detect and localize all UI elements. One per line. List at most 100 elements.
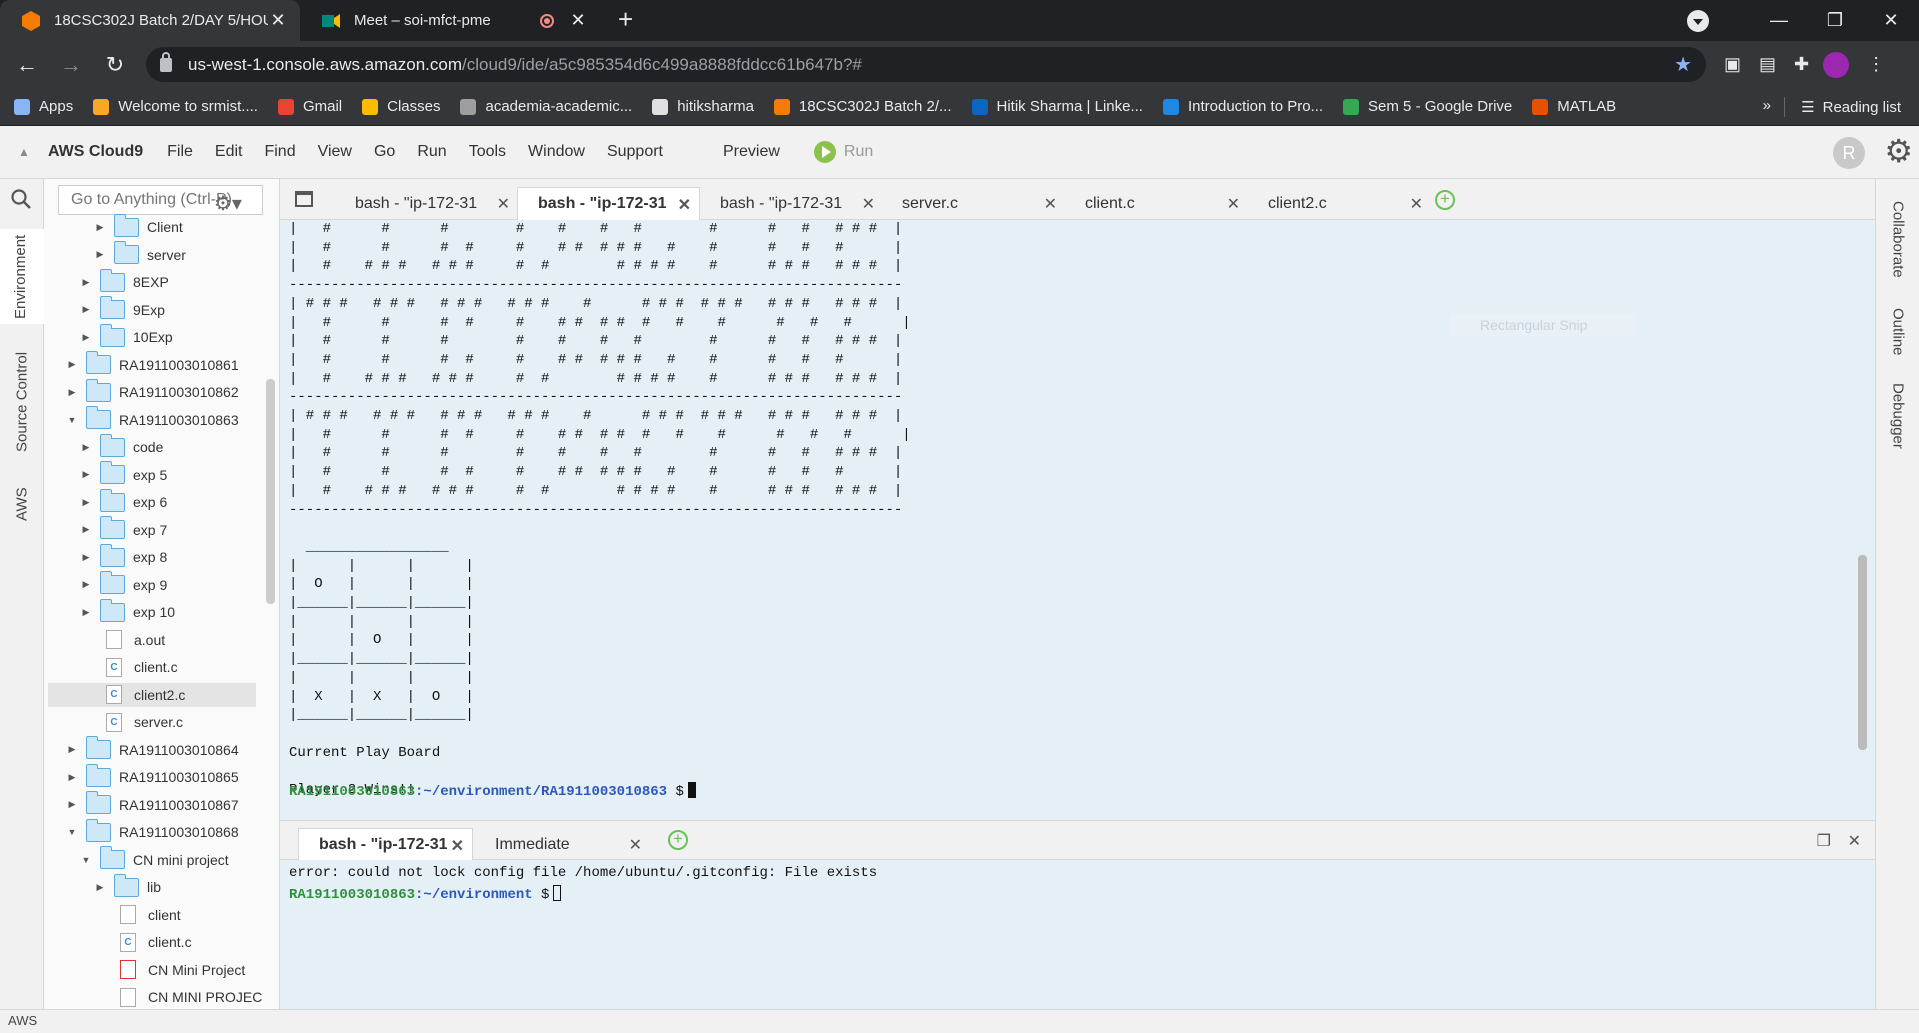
bottom-terminal[interactable]: error: could not lock config file /home/… [280, 860, 1875, 1009]
tab-debugger[interactable]: Debugger [1876, 375, 1919, 457]
add-tab-icon[interactable]: + [1435, 190, 1455, 210]
reload-icon[interactable]: ↻ [98, 48, 132, 82]
close-panel-icon[interactable]: ✕ [1848, 831, 1861, 851]
more-bookmarks-chevron-icon[interactable]: » [1763, 97, 1771, 114]
user-avatar[interactable]: R [1833, 137, 1865, 169]
browser-tab-active[interactable]: 18CSC302J Batch 2/DAY 5/HOUR ✕ [0, 0, 300, 41]
tab-server-c[interactable]: server.c ✕ [882, 187, 1065, 220]
bookmark-star-icon[interactable]: ★ [1674, 52, 1692, 77]
tree-folder[interactable]: ▶ RA1911003010862 [66, 378, 239, 404]
puzzle-extensions-icon[interactable]: ✚ [1794, 54, 1809, 75]
tree-file[interactable]: CN MINI PROJEC [120, 985, 262, 1009]
collapsed-arrow-icon[interactable]: ▶ [66, 744, 78, 755]
tab-client2-c[interactable]: client2.c ✕ [1248, 187, 1431, 220]
collapsed-arrow-icon[interactable]: ▶ [66, 359, 78, 370]
tab-aws[interactable]: AWS [0, 479, 44, 529]
tree-folder[interactable]: ▶ RA1911003010864 [66, 736, 239, 762]
lock-icon[interactable] [160, 51, 172, 72]
tab-bash-3[interactable]: bash - "ip-172-31 ✕ [700, 187, 883, 220]
bookmark-srmist[interactable]: Welcome to srmist.... [93, 98, 258, 115]
tree-folder[interactable]: ▶ 10Exp [80, 323, 173, 349]
tab-list-menu-icon[interactable] [295, 191, 313, 207]
close-icon[interactable]: ✕ [678, 195, 691, 215]
collapsed-arrow-icon[interactable]: ▶ [80, 442, 92, 453]
tree-file[interactable]: Cclient2.c [48, 682, 256, 707]
extension-icon[interactable]: ▤ [1759, 54, 1776, 75]
close-icon[interactable]: ✕ [451, 836, 464, 856]
bookmark-gmail[interactable]: Gmail [277, 98, 342, 115]
bookmark-linkedin[interactable]: Hitik Sharma | Linke... [971, 98, 1143, 115]
expanded-arrow-icon[interactable]: ▼ [80, 855, 92, 865]
cloud9-brand[interactable]: AWS Cloud9 [48, 143, 143, 161]
close-window-icon[interactable]: ✕ [1863, 10, 1919, 31]
tree-folder[interactable]: ▶ exp 6 [80, 488, 167, 514]
bookmark-matlab[interactable]: MATLAB [1532, 98, 1616, 115]
tree-folder[interactable]: ▶ exp 8 [80, 543, 167, 569]
menu-run[interactable]: Run [417, 143, 446, 161]
collapsed-arrow-icon[interactable]: ▶ [80, 497, 92, 508]
tree-scrollbar[interactable] [266, 379, 275, 604]
tab-source-control[interactable]: Source Control [0, 339, 44, 464]
tree-folder[interactable]: ▶ exp 10 [80, 598, 175, 624]
bookmark-github[interactable]: hitiksharma [652, 98, 754, 115]
tab-outline[interactable]: Outline [1876, 297, 1919, 367]
more-menu-icon[interactable]: ⋮ [1867, 54, 1885, 75]
tab-immediate[interactable]: Immediate ✕ [475, 828, 650, 861]
extension-icon[interactable]: ▣ [1724, 54, 1741, 75]
tab-bash-1[interactable]: bash - "ip-172-31 ✕ [335, 187, 518, 220]
tab-collaborate[interactable]: Collaborate [1876, 189, 1919, 289]
tab-environment[interactable]: Environment [0, 229, 44, 324]
run-button[interactable]: Run [813, 141, 873, 163]
tree-folder[interactable]: ▶ exp 5 [80, 461, 167, 487]
collapsed-arrow-icon[interactable]: ▶ [80, 607, 92, 618]
tree-file[interactable]: client [120, 903, 181, 927]
tree-folder[interactable]: ▼ RA1911003010863 [66, 406, 239, 432]
reading-list-button[interactable]: ☰ Reading list [1784, 97, 1901, 117]
tree-folder[interactable]: ▶ lib [94, 873, 161, 899]
menu-find[interactable]: Find [264, 143, 295, 161]
profile-avatar[interactable] [1823, 51, 1850, 78]
collapsed-arrow-icon[interactable]: ▶ [66, 772, 78, 783]
bookmark-apps[interactable]: Apps [14, 98, 73, 115]
collapsed-arrow-icon[interactable]: ▶ [80, 469, 92, 480]
menu-window[interactable]: Window [528, 143, 585, 161]
close-icon[interactable]: ✕ [1227, 194, 1240, 214]
new-tab-button[interactable]: + [618, 4, 633, 35]
tree-folder[interactable]: ▶ 8EXP [80, 268, 169, 294]
tree-file[interactable]: Cclient.c [120, 930, 192, 954]
tree-folder[interactable]: ▶ exp 7 [80, 516, 167, 542]
terminal-scrollbar[interactable] [1858, 555, 1867, 750]
menu-view[interactable]: View [318, 143, 352, 161]
tree-folder[interactable]: ▶ code [80, 433, 163, 459]
tree-folder[interactable]: ▶ RA1911003010867 [66, 791, 239, 817]
tree-file[interactable]: CN Mini Project [120, 958, 245, 982]
tree-folder[interactable]: ▼ CN mini project [80, 846, 229, 872]
menu-file[interactable]: File [167, 143, 193, 161]
url-text[interactable]: us-west-1.console.aws.amazon.com/cloud9/… [188, 55, 1674, 75]
preview-button[interactable]: Preview [723, 143, 780, 161]
tree-folder[interactable]: ▶ exp 9 [80, 571, 167, 597]
collapsed-arrow-icon[interactable]: ▶ [66, 387, 78, 398]
bookmark-drive[interactable]: Sem 5 - Google Drive [1343, 98, 1512, 115]
tree-folder[interactable]: ▶ RA1911003010865 [66, 763, 239, 789]
collapsed-arrow-icon[interactable]: ▶ [80, 579, 92, 590]
bookmark-moodle[interactable]: 18CSC302J Batch 2/... [773, 98, 952, 115]
tree-folder[interactable]: ▶ 9Exp [80, 296, 165, 322]
expanded-arrow-icon[interactable]: ▼ [66, 827, 78, 837]
bookmark-academia[interactable]: academia-academic... [460, 98, 632, 115]
expanded-arrow-icon[interactable]: ▼ [66, 415, 78, 425]
close-icon[interactable]: ✕ [1410, 194, 1423, 214]
tab-client-c[interactable]: client.c ✕ [1065, 187, 1248, 220]
close-icon[interactable]: ✕ [497, 194, 510, 214]
close-tab-icon[interactable]: ✕ [568, 10, 588, 31]
collapsed-arrow-icon[interactable]: ▶ [80, 277, 92, 288]
close-icon[interactable]: ✕ [862, 194, 875, 214]
back-icon[interactable]: ← [10, 48, 44, 82]
menu-go[interactable]: Go [374, 143, 395, 161]
tree-folder[interactable]: ▶ RA1911003010861 [66, 351, 239, 377]
menu-tools[interactable]: Tools [469, 143, 506, 161]
close-icon[interactable]: ✕ [629, 835, 642, 855]
tab-search-icon[interactable] [1687, 9, 1709, 32]
bookmark-classes[interactable]: Classes [362, 98, 440, 115]
preferences-gear-icon[interactable]: ⚙ [1884, 135, 1913, 167]
